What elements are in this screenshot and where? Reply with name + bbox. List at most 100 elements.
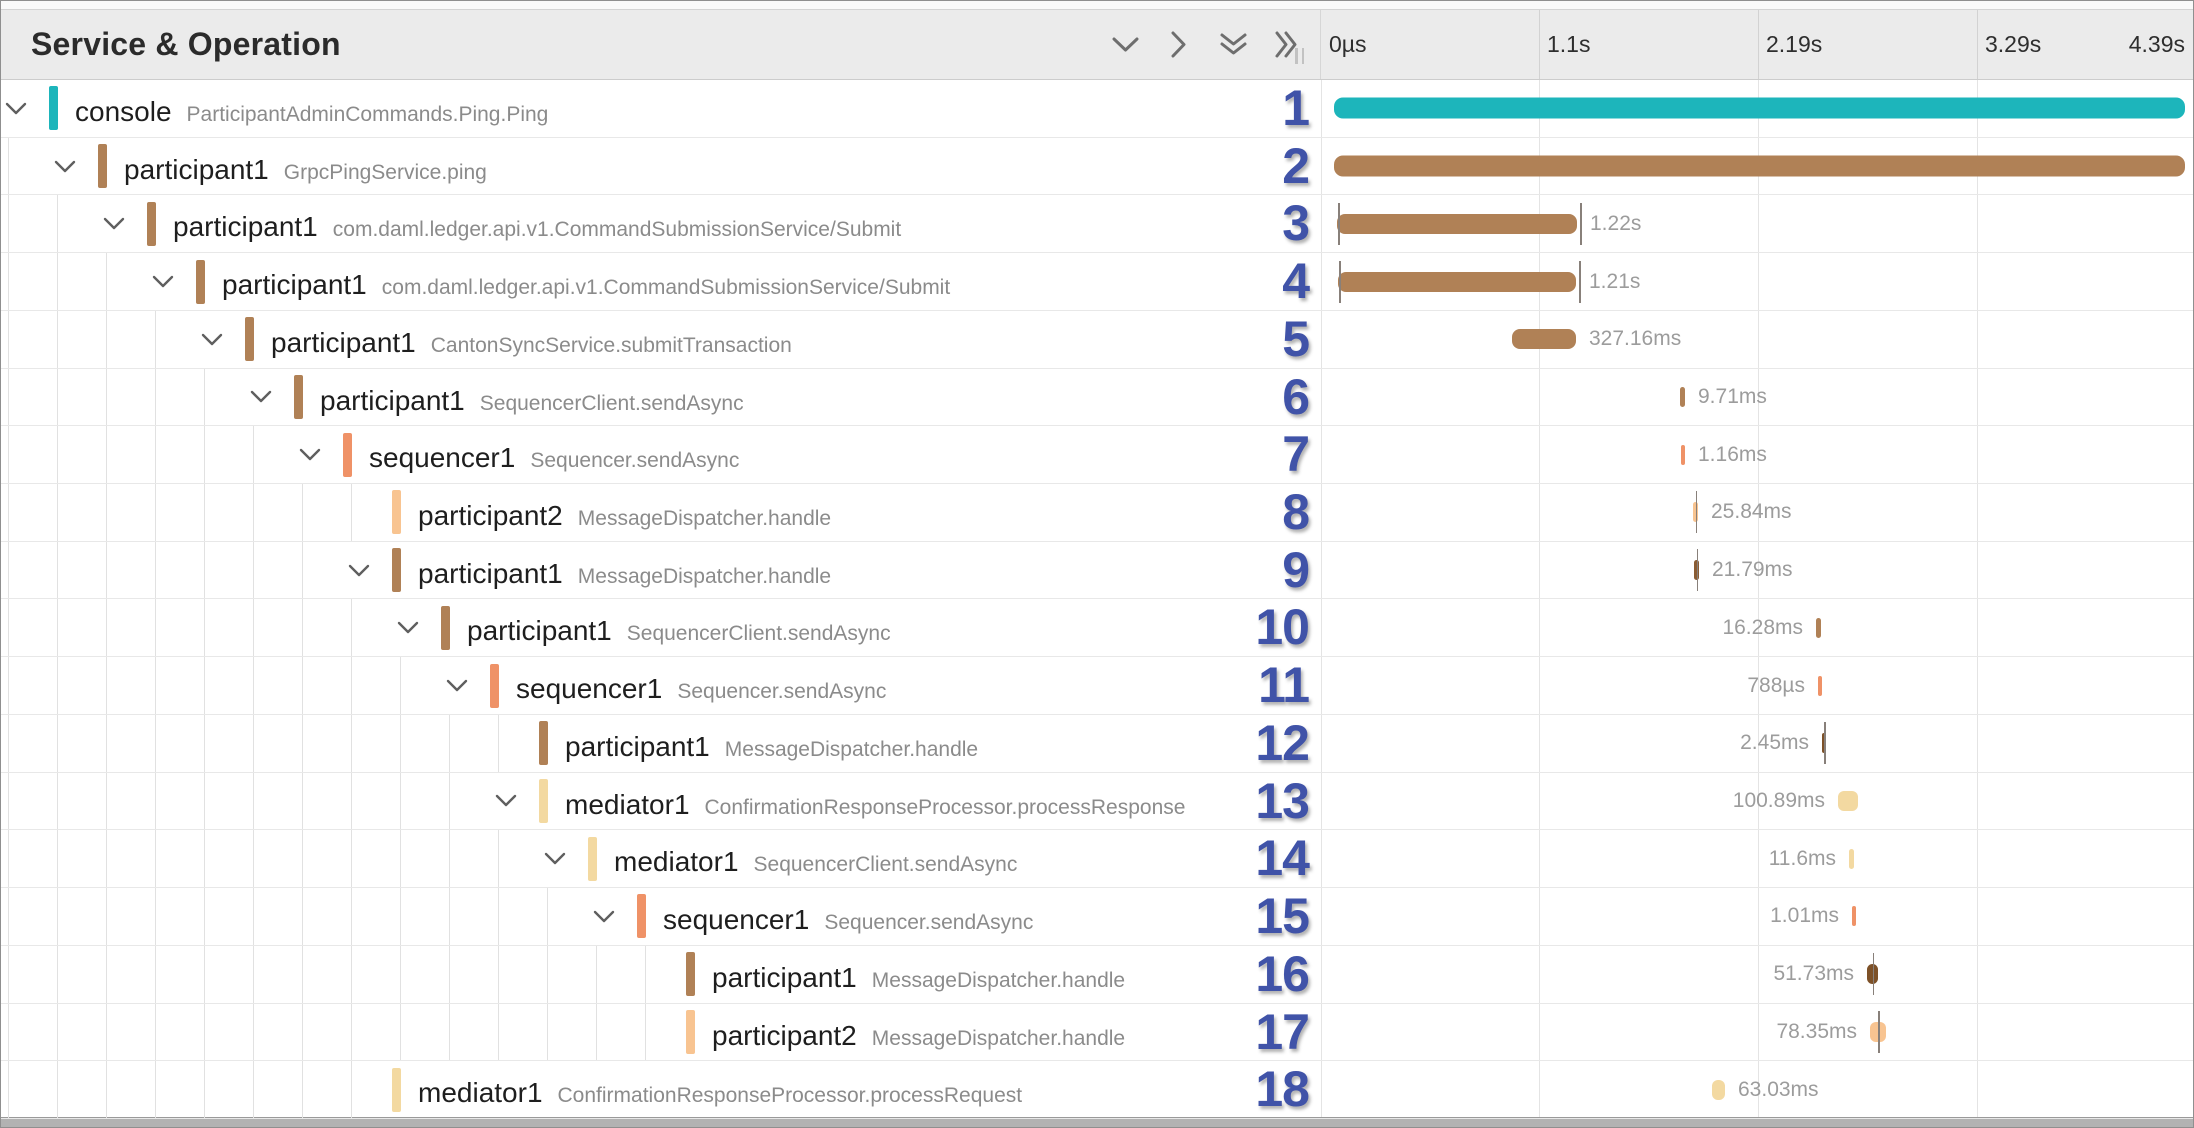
span-name-cell[interactable]: participant1com.daml.ledger.api.v1.Comma… — [1, 253, 1253, 310]
indent-guide — [204, 773, 205, 830]
span-name-cell[interactable]: participant1MessageDispatcher.handle — [1, 542, 1253, 599]
timeline-cell[interactable] — [1321, 80, 2193, 137]
span-bar[interactable]: 51.73ms — [1867, 964, 1878, 984]
span-name-cell[interactable]: participant1SequencerClient.sendAsync — [1, 369, 1253, 426]
chevron-down-icon[interactable] — [147, 253, 179, 310]
timeline-cell[interactable]: 78.35ms — [1321, 1004, 2193, 1061]
span-name-text: participant1com.daml.ledger.api.v1.Comma… — [173, 195, 901, 252]
span-row[interactable]: consoleParticipantAdminCommands.Ping.Pin… — [1, 80, 2193, 138]
chevron-down-icon[interactable] — [49, 138, 81, 195]
indent-guide — [155, 888, 156, 945]
span-bar[interactable]: 9.71ms — [1680, 387, 1685, 407]
column-resize-handle[interactable] — [1295, 48, 1309, 64]
double-chevron-down-icon[interactable] — [1217, 29, 1249, 61]
chevron-down-icon[interactable] — [294, 426, 326, 483]
span-name-cell[interactable]: participant1com.daml.ledger.api.v1.Comma… — [1, 195, 1253, 252]
span-row[interactable]: participant2MessageDispatcher.handle825.… — [1, 484, 2193, 542]
timeline-cell[interactable] — [1321, 138, 2193, 195]
span-bar[interactable]: 1.21s — [1338, 272, 1576, 292]
span-name-cell[interactable]: sequencer1Sequencer.sendAsync — [1, 888, 1253, 945]
timeline-cell[interactable]: 1.21s — [1321, 253, 2193, 310]
span-row[interactable]: participant1com.daml.ledger.api.v1.Comma… — [1, 195, 2193, 253]
span-name-cell[interactable]: participant1GrpcPingService.ping — [1, 138, 1253, 195]
chevron-down-icon[interactable] — [588, 888, 620, 945]
indent-guide — [106, 715, 107, 772]
timeline-cell[interactable]: 100.89ms — [1321, 773, 2193, 830]
chevron-down-icon[interactable] — [196, 311, 228, 368]
span-bar[interactable]: 2.45ms — [1822, 733, 1826, 753]
span-bar[interactable]: 78.35ms — [1870, 1022, 1886, 1042]
span-row[interactable]: mediator1ConfirmationResponseProcessor.p… — [1, 1061, 2193, 1119]
span-name-cell[interactable]: participant1MessageDispatcher.handle — [1, 715, 1253, 772]
span-bar[interactable]: 1.22s — [1337, 214, 1577, 234]
chevron-down-icon[interactable] — [392, 599, 424, 656]
timeline-cell[interactable]: 327.16ms — [1321, 311, 2193, 368]
span-row[interactable]: mediator1ConfirmationResponseProcessor.p… — [1, 773, 2193, 831]
span-row[interactable]: participant1MessageDispatcher.handle122.… — [1, 715, 2193, 773]
span-bar[interactable]: 11.6ms — [1849, 849, 1854, 869]
span-name-cell[interactable]: participant1SequencerClient.sendAsync — [1, 599, 1253, 656]
span-row[interactable]: participant1GrpcPingService.ping2 — [1, 138, 2193, 196]
span-name-cell[interactable]: mediator1ConfirmationResponseProcessor.p… — [1, 1061, 1253, 1118]
span-name-cell[interactable]: mediator1ConfirmationResponseProcessor.p… — [1, 773, 1253, 830]
timeline-cell[interactable]: 788µs — [1321, 657, 2193, 714]
timeline-cell[interactable]: 16.28ms — [1321, 599, 2193, 656]
chevron-down-icon[interactable] — [539, 830, 571, 887]
chevron-down-icon[interactable] — [441, 657, 473, 714]
span-row[interactable]: participant1MessageDispatcher.handle921.… — [1, 542, 2193, 600]
span-name-cell[interactable]: sequencer1Sequencer.sendAsync — [1, 426, 1253, 483]
span-name-cell[interactable]: participant1MessageDispatcher.handle — [1, 946, 1253, 1003]
timeline-header: 0µs1.1s2.19s3.29s4.39s — [1321, 10, 2193, 79]
span-name-cell[interactable]: consoleParticipantAdminCommands.Ping.Pin… — [1, 80, 1253, 137]
span-row[interactable]: participant1CantonSyncService.submitTran… — [1, 311, 2193, 369]
timeline-cell[interactable]: 21.79ms — [1321, 542, 2193, 599]
operation-name: SequencerClient.sendAsync — [480, 392, 744, 416]
span-row[interactable]: sequencer1Sequencer.sendAsync151.01ms — [1, 888, 2193, 946]
span-row[interactable]: participant1MessageDispatcher.handle1651… — [1, 946, 2193, 1004]
span-name-cell[interactable]: sequencer1Sequencer.sendAsync — [1, 657, 1253, 714]
span-row[interactable]: sequencer1Sequencer.sendAsync11788µs — [1, 657, 2193, 715]
span-bar[interactable] — [1334, 156, 2185, 177]
timeline-cell[interactable]: 1.16ms — [1321, 426, 2193, 483]
timeline-cell[interactable]: 1.22s — [1321, 195, 2193, 252]
span-row[interactable]: participant1SequencerClient.sendAsync101… — [1, 599, 2193, 657]
chevron-down-icon[interactable] — [1, 80, 32, 137]
chevron-down-icon[interactable] — [245, 369, 277, 426]
chevron-right-icon[interactable] — [1163, 29, 1195, 61]
span-bar[interactable]: 100.89ms — [1838, 791, 1858, 811]
indent-guide — [57, 311, 58, 368]
indent-guide — [8, 773, 9, 830]
span-bar[interactable]: 21.79ms — [1694, 560, 1699, 580]
span-bar[interactable]: 1.01ms — [1852, 906, 1856, 926]
timeline-cell[interactable]: 9.71ms — [1321, 369, 2193, 426]
indent-guide — [155, 311, 156, 368]
span-row[interactable]: mediator1SequencerClient.sendAsync1411.6… — [1, 830, 2193, 888]
chevron-down-icon[interactable] — [1109, 29, 1141, 61]
timeline-cell[interactable]: 51.73ms — [1321, 946, 2193, 1003]
span-bar[interactable]: 1.16ms — [1681, 445, 1685, 465]
span-row[interactable]: sequencer1Sequencer.sendAsync71.16ms — [1, 426, 2193, 484]
span-name-cell[interactable]: participant1CantonSyncService.submitTran… — [1, 311, 1253, 368]
timeline-cell[interactable]: 11.6ms — [1321, 830, 2193, 887]
span-bar[interactable]: 16.28ms — [1816, 618, 1821, 638]
span-bar[interactable] — [1334, 98, 2185, 119]
timeline-cell[interactable]: 1.01ms — [1321, 888, 2193, 945]
timeline-cell[interactable]: 63.03ms — [1321, 1061, 2193, 1118]
span-name-cell[interactable]: participant2MessageDispatcher.handle — [1, 1004, 1253, 1061]
chevron-down-icon[interactable] — [98, 195, 130, 252]
span-bar[interactable]: 63.03ms — [1712, 1080, 1725, 1100]
span-name-cell[interactable]: mediator1SequencerClient.sendAsync — [1, 830, 1253, 887]
span-row[interactable]: participant1com.daml.ledger.api.v1.Comma… — [1, 253, 2193, 311]
span-name-cell[interactable]: participant2MessageDispatcher.handle — [1, 484, 1253, 541]
span-bar[interactable]: 25.84ms — [1693, 502, 1698, 522]
chevron-down-icon[interactable] — [490, 773, 522, 830]
timeline-cell[interactable]: 25.84ms — [1321, 484, 2193, 541]
chevron-down-icon[interactable] — [343, 542, 375, 599]
span-bar[interactable]: 327.16ms — [1512, 329, 1576, 349]
timeline-cell[interactable]: 2.45ms — [1321, 715, 2193, 772]
indent-guide — [498, 715, 499, 772]
span-row[interactable]: participant1SequencerClient.sendAsync69.… — [1, 369, 2193, 427]
indent-guide — [8, 484, 9, 541]
span-row[interactable]: participant2MessageDispatcher.handle1778… — [1, 1004, 2193, 1062]
span-bar[interactable]: 788µs — [1818, 676, 1822, 696]
